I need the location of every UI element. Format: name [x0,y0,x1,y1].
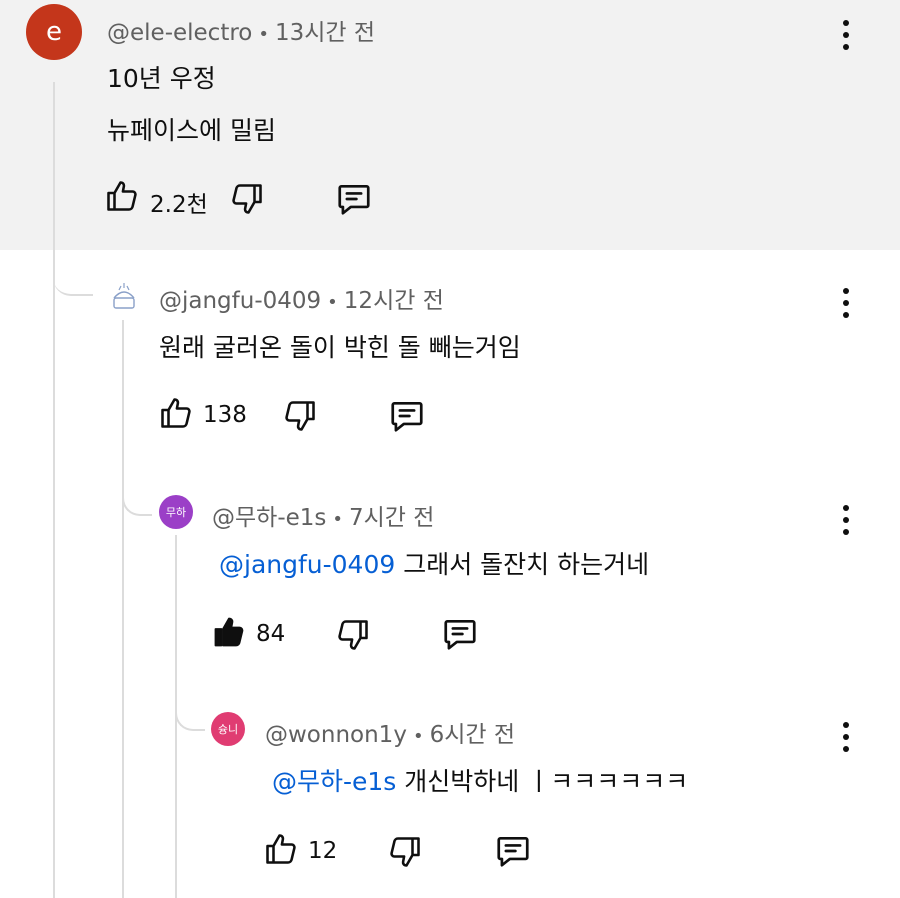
reply-button[interactable] [441,615,479,653]
comment-text-line-1: 10년 우정 [107,64,216,93]
thumbs-up-icon [158,395,194,431]
comment-meta: @jangfu-0409 • 12시간 전 [159,288,444,314]
avatar[interactable]: 무하 [159,495,193,529]
thumbs-up-filled-icon [211,614,247,650]
thumbs-down-icon [335,617,371,653]
thumbs-down-icon [282,398,318,434]
dislike-button[interactable] [229,181,265,217]
comment-body: 그래서 돌잔치 하는거네 [395,550,650,579]
comment-meta: @ele-electro • 13시간 전 [107,20,376,46]
more-vertical-icon[interactable] [841,722,851,752]
reply-comment-icon [494,832,532,870]
avatar-letter: 슝니 [217,723,239,736]
reply-button[interactable] [335,180,373,218]
like-button[interactable] [158,395,194,431]
thread-elbow-reply-2 [122,470,152,516]
comment-meta: @무하-e1s • 7시간 전 [212,505,435,531]
more-vertical-icon[interactable] [841,288,851,318]
avatar-letter: 무하 [165,506,187,519]
dislike-button[interactable] [387,834,423,870]
comment-author[interactable]: @jangfu-0409 [159,288,321,314]
thumbs-up-icon [263,831,299,867]
thumbs-down-icon [387,834,423,870]
reply-button[interactable] [494,832,532,870]
dislike-button[interactable] [282,398,318,434]
dislike-button[interactable] [335,617,371,653]
avatar[interactable] [106,278,142,314]
comment-text: 원래 굴러온 돌이 박힌 돌 빼는거임 [159,333,521,362]
more-vertical-icon[interactable] [841,505,851,535]
like-count: 138 [203,402,247,428]
reply-comment-icon [335,180,373,218]
like-button[interactable] [211,614,247,650]
like-button[interactable] [104,178,140,214]
reply-comment-icon [441,615,479,653]
thread-line-level-1 [53,82,55,898]
thread-elbow-reply-1 [53,250,93,296]
comment-author[interactable]: @ele-electro [107,20,252,46]
mention-link[interactable]: @jangfu-0409 [219,550,395,579]
reply-comment-icon [388,397,426,435]
comment-body: 개신박하네 ㅣㅋㅋㅋㅋㅋㅋ [396,767,689,796]
like-count: 12 [308,838,338,864]
thumbs-up-icon [104,178,140,214]
mention-link[interactable]: @무하-e1s [272,767,396,796]
like-button[interactable] [263,831,299,867]
comment-author[interactable]: @무하-e1s [212,505,326,531]
like-count: 2.2천 [150,192,208,218]
comment-meta: @wonnon1y • 6시간 전 [265,722,515,748]
reply-button[interactable] [388,397,426,435]
comment-author[interactable]: @wonnon1y [265,722,407,748]
thread-elbow-reply-3 [175,685,205,731]
comment-time[interactable]: 6시간 전 [430,722,515,748]
comment-time[interactable]: 13시간 전 [275,20,375,46]
comment-text: @jangfu-0409 그래서 돌잔치 하는거네 [219,545,649,581]
comment-text: @무하-e1s 개신박하네 ㅣㅋㅋㅋㅋㅋㅋ [272,762,688,798]
avatar-drawing [113,283,135,309]
like-count: 84 [256,621,286,647]
thumbs-down-icon [229,181,265,217]
comment-text-line-2: 뉴페이스에 밀림 [107,116,276,145]
avatar[interactable]: 슝니 [211,712,245,746]
thread-line-level-2 [122,320,124,898]
avatar-letter: e [46,17,62,47]
more-vertical-icon[interactable] [841,20,851,50]
avatar[interactable]: e [26,4,82,60]
comment-time[interactable]: 7시간 전 [349,505,434,531]
comment-time[interactable]: 12시간 전 [344,288,444,314]
